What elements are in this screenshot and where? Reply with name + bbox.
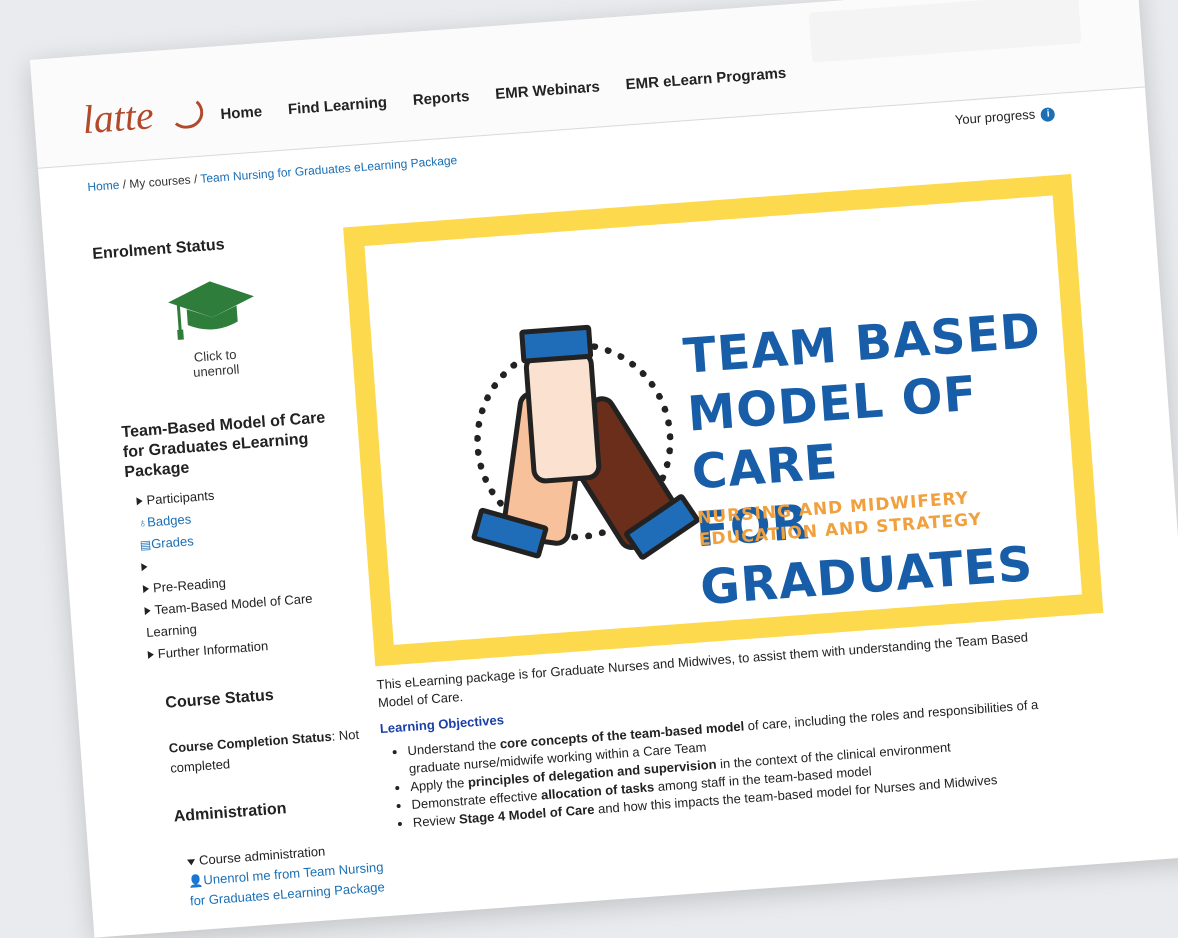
site-logo[interactable]: latte [81,91,155,143]
unenroll-button[interactable]: Click to unenroll [165,274,262,381]
enrolment-heading: Enrolment Status [91,236,226,263]
breadcrumb-home[interactable]: Home [87,178,120,194]
page-sheet: latte Home Find Learning Reports EMR Web… [30,0,1178,938]
course-tree: Participants ♁Badges ▤Grades Pre-Reading… [136,475,362,666]
administration-block: Administration Course administration 👤Un… [133,794,385,915]
tree-further-info-label: Further Information [157,638,269,662]
course-banner: TEAM BASED MODEL OF CARE FOR GRADUATES N… [343,174,1104,667]
completion-label: Course Completion Status [168,728,333,756]
expand-arrow-icon [147,650,155,659]
info-icon[interactable]: i [1040,106,1056,122]
header-search-area[interactable] [808,0,1082,63]
logo-swoosh-icon [168,95,205,130]
nav-emr-elearn-programs[interactable]: EMR eLearn Programs [625,65,787,94]
admin-list: Course administration 👤Unenrol me from T… [186,836,400,911]
breadcrumb-course[interactable]: Team Nursing for Graduates eLearning Pac… [200,153,458,186]
objective-text: Apply the [409,774,469,795]
nav-reports[interactable]: Reports [412,88,470,109]
your-progress: Your progress i [954,105,1056,128]
banner-title: TEAM BASED MODEL OF CARE FOR GRADUATES [681,300,1081,617]
main-nav: Home Find Learning Reports EMR Webinars … [220,65,787,123]
package-title[interactable]: Team-Based Model of Care for Graduates e… [121,407,349,483]
nav-home[interactable]: Home [220,103,263,123]
cuff-icon [519,324,594,364]
nav-emr-webinars[interactable]: EMR Webinars [495,78,601,103]
expand-arrow-icon [144,606,151,616]
sidebar: Enrolment Status Click to unenroll Team-… [91,228,385,915]
tree-pre-reading-label: Pre-Reading [152,575,227,596]
expand-arrow-icon [136,496,143,506]
expand-arrow-icon [141,562,148,572]
breadcrumb-my-courses[interactable]: My courses [129,173,191,191]
course-status-heading: Course Status [164,686,275,712]
expand-arrow-icon [142,584,150,594]
nav-find-learning[interactable]: Find Learning [287,94,387,118]
tree-grades-label: Grades [150,533,195,552]
hand-top-icon [522,349,603,485]
course-status-block: Course Status Course Completion Status: … [125,680,371,781]
tree-badges-label: Badges [146,511,192,530]
collapse-arrow-icon [186,859,196,866]
top-navbar: latte Home Find Learning Reports EMR Web… [30,0,1146,169]
admin-heading: Administration [173,800,288,826]
objective-text: Review [412,811,460,830]
completion-status: Course Completion Status: Not completed [168,724,370,779]
tree-participants-label: Participants [145,487,215,508]
unenroll-label: Click to unenroll [192,346,240,380]
user-remove-icon: 👤 [188,873,205,889]
progress-label: Your progress [954,106,1036,128]
graduation-cap-icon [168,281,254,340]
